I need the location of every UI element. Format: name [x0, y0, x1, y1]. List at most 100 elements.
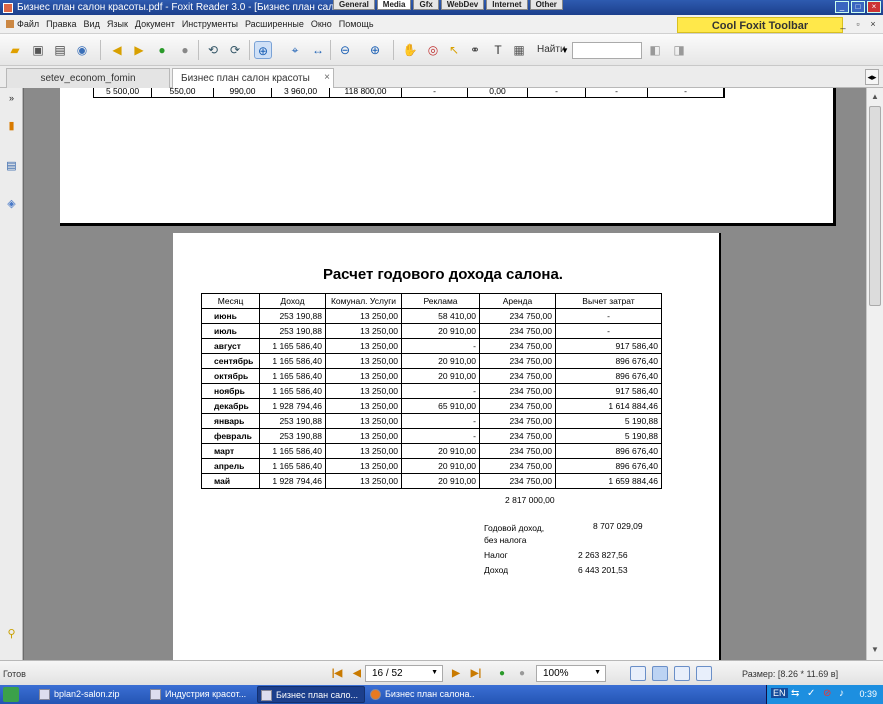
task-industry[interactable]: Индустрия красот... — [147, 686, 255, 703]
toolbar-tab-internet[interactable]: Internet — [486, 0, 528, 10]
find-input[interactable] — [572, 42, 642, 59]
menu-tools[interactable]: Инструменты — [182, 19, 238, 29]
zoom-level: 100% — [543, 668, 569, 679]
zoom-in-tool-icon[interactable]: ⊕ — [254, 41, 272, 59]
go-forward-icon[interactable]: ● — [176, 41, 194, 59]
security-icon[interactable]: ✓ — [807, 688, 815, 699]
continuous-facing-view-icon[interactable] — [696, 666, 712, 681]
tab-close-icon[interactable]: × — [324, 72, 330, 83]
menu-language[interactable]: Язык — [107, 19, 128, 29]
task-bplan-zip[interactable]: bplan2-salon.zip — [36, 686, 144, 703]
toolbar-tab-media[interactable]: Media — [376, 0, 412, 10]
expand-pane-icon[interactable]: » — [3, 88, 20, 108]
page-number-field[interactable]: 16 / 52 ▼ — [365, 665, 443, 682]
menu-view[interactable]: Вид — [84, 19, 100, 29]
page-dropdown-icon[interactable]: ▼ — [431, 669, 438, 676]
find-dropdown-icon[interactable]: ▼ — [560, 42, 570, 60]
close-icon[interactable]: × — [867, 1, 881, 13]
page-title: Расчет годового дохода салона. — [323, 266, 563, 283]
document-viewport[interactable]: 5 500,00 550,00 990,00 3 960,00 118 800,… — [24, 88, 866, 660]
doc-minimize-icon[interactable]: _ — [837, 18, 849, 30]
text-viewer-icon[interactable]: ◎ — [424, 41, 442, 59]
previous-page-status-icon[interactable]: ◀ — [350, 667, 364, 681]
save-icon[interactable]: ▣ — [29, 41, 47, 59]
menu-advanced[interactable]: Расширенные — [245, 19, 304, 29]
hand-tool-icon[interactable]: ✋ — [401, 41, 419, 59]
scroll-down-icon[interactable]: ▼ — [869, 643, 881, 657]
find-previous-icon[interactable]: ◧ — [646, 41, 664, 59]
menu-window[interactable]: Окно — [311, 19, 332, 29]
table-cell: 1 928 794,46 — [259, 398, 326, 414]
table-cell: 896 676,40 — [555, 368, 662, 384]
continuous-view-icon[interactable] — [652, 666, 668, 681]
next-page-status-icon[interactable]: ▶ — [449, 667, 463, 681]
back-status-icon[interactable]: ● — [495, 667, 509, 681]
table-row: октябрь 1 165 586,40 13 250,00 20 910,00 234… — [201, 368, 662, 384]
find-next-icon[interactable]: ◨ — [670, 41, 688, 59]
email-icon[interactable]: ◉ — [73, 41, 91, 59]
menu-edit[interactable]: Правка — [46, 19, 76, 29]
document-menu-icon[interactable] — [6, 20, 14, 28]
attachments-icon[interactable]: ⚲ — [3, 624, 20, 644]
window-icon — [150, 689, 161, 700]
facing-view-icon[interactable] — [674, 666, 690, 681]
scroll-up-icon[interactable]: ▲ — [869, 90, 881, 104]
minimize-icon[interactable]: _ — [835, 1, 849, 13]
rotate-left-icon[interactable]: ⟲ — [204, 41, 222, 59]
table-cell: 13 250,00 — [325, 458, 402, 474]
fit-width-icon[interactable]: ↔ — [309, 41, 327, 59]
fit-page-icon[interactable]: ⌖ — [286, 41, 304, 59]
doc-close-icon[interactable]: × — [867, 18, 879, 30]
zoom-in-icon[interactable]: ⊕ — [366, 41, 384, 59]
pages-thumbnails-icon[interactable]: ▤ — [3, 156, 20, 176]
toolbar-tab-other[interactable]: Other — [529, 0, 563, 10]
tab-business-plan[interactable]: Бизнес план салон красоты × — [172, 68, 334, 88]
rent-total: 2 817 000,00 — [505, 495, 555, 505]
tab-scroll-icon[interactable]: ◂▸ — [865, 69, 879, 85]
vertical-scrollbar[interactable]: ▲ ▼ — [866, 88, 883, 660]
table-row: август 1 165 586,40 13 250,00-234 750,00 91… — [201, 338, 662, 354]
menu-file[interactable]: Файл — [17, 19, 39, 29]
column-header: Реклама — [401, 293, 480, 309]
system-tray: EN ⇆ ✓ ⊘ ♪ 0:39 — [766, 685, 883, 704]
doc-restore-icon[interactable]: ▫ — [852, 18, 864, 30]
antivirus-icon[interactable]: ⊘ — [823, 688, 831, 699]
scroll-thumb[interactable] — [869, 106, 881, 306]
forward-status-icon[interactable]: ● — [515, 667, 529, 681]
go-back-icon[interactable]: ● — [153, 41, 171, 59]
last-page-icon[interactable]: ▶| — [469, 667, 483, 681]
toolbar-tab-gfx[interactable]: Gfx — [413, 0, 439, 10]
pdf-page-current: Расчет годового дохода салона. Месяц Дох… — [173, 233, 721, 660]
start-button-icon[interactable] — [3, 687, 19, 702]
toolbar-tab-general[interactable]: General — [333, 0, 375, 10]
layers-icon[interactable]: ◈ — [3, 194, 20, 214]
zoom-out-icon[interactable]: ⊖ — [336, 41, 354, 59]
print-icon[interactable]: ▤ — [51, 41, 69, 59]
task-business-plan-browser[interactable]: Бизнес план салона... — [367, 686, 475, 703]
first-page-icon[interactable]: |◀ — [330, 667, 344, 681]
previous-page-icon[interactable]: ◀ — [108, 41, 126, 59]
table-row: май 1 928 794,46 13 250,00 20 910,00 234 750… — [201, 473, 662, 489]
single-page-view-icon[interactable] — [630, 666, 646, 681]
menu-document[interactable]: Документ — [135, 19, 175, 29]
zoom-dropdown-icon[interactable]: ▼ — [594, 669, 601, 676]
tab-setev-econom-fomin[interactable]: setev_econom_fomin — [6, 68, 170, 88]
select-tool-icon[interactable]: ↖ — [445, 41, 463, 59]
find-binoculars-icon[interactable]: ⚭ — [466, 41, 484, 59]
menu-help[interactable]: Помощь — [339, 19, 374, 29]
select-text-icon[interactable]: T — [489, 41, 507, 59]
language-indicator[interactable]: EN — [771, 688, 788, 698]
volume-icon[interactable]: ♪ — [839, 688, 844, 699]
next-page-icon[interactable]: ▶ — [130, 41, 148, 59]
rotate-right-icon[interactable]: ⟳ — [226, 41, 244, 59]
table-cell: 917 586,40 — [555, 338, 662, 354]
snapshot-icon[interactable]: ▦ — [510, 41, 528, 59]
open-folder-icon[interactable]: ▰ — [6, 41, 24, 59]
cool-foxit-toolbar[interactable]: Cool Foxit Toolbar — [677, 17, 843, 33]
maximize-icon[interactable]: □ — [851, 1, 865, 13]
network-icon[interactable]: ⇆ — [791, 688, 799, 699]
task-business-plan-foxit[interactable]: Бизнес план сало... — [257, 686, 365, 703]
toolbar-tab-webdev[interactable]: WebDev — [440, 0, 485, 10]
zoom-field[interactable]: 100% ▼ — [536, 665, 606, 682]
bookmarks-icon[interactable]: ▮ — [3, 116, 20, 136]
